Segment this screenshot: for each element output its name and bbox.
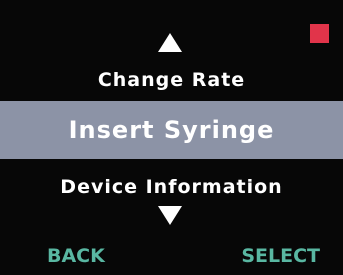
device-screen: Change Rate Insert Syringe Device Inform…	[0, 0, 343, 275]
scroll-down-arrow-icon[interactable]	[158, 206, 182, 225]
status-indicator-icon	[310, 24, 329, 43]
scroll-up-arrow-icon[interactable]	[158, 33, 182, 52]
back-softkey[interactable]: BACK	[47, 241, 105, 271]
menu-item-change-rate[interactable]: Change Rate	[0, 64, 343, 96]
menu-item-device-information[interactable]: Device Information	[0, 171, 343, 203]
menu-item-insert-syringe-selected[interactable]: Insert Syringe	[0, 101, 343, 159]
select-softkey[interactable]: SELECT	[241, 241, 320, 271]
